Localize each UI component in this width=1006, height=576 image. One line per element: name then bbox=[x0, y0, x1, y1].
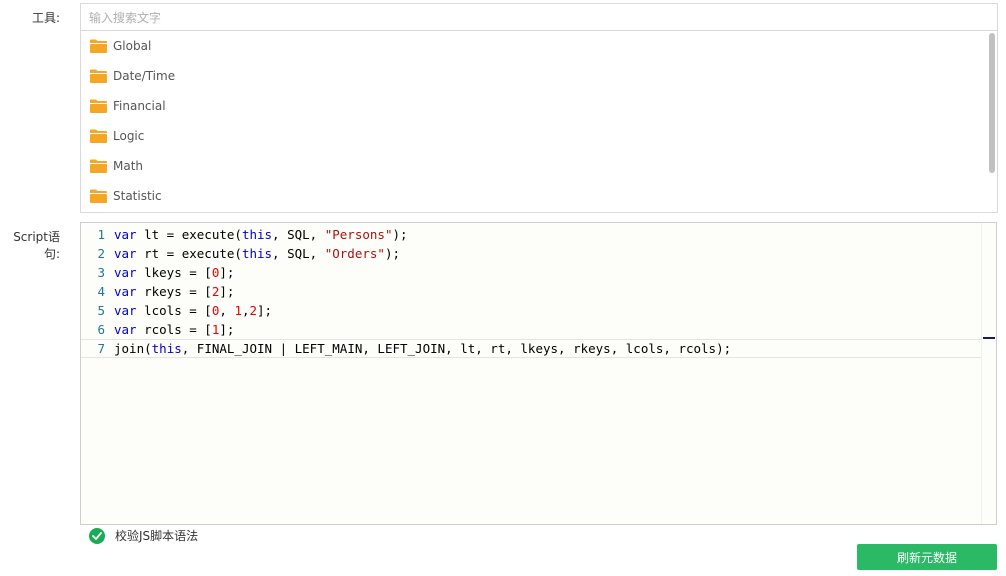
folder-icon bbox=[90, 159, 107, 173]
refresh-metadata-button[interactable]: 刷新元数据 bbox=[857, 544, 997, 570]
tree-item-global[interactable]: Global bbox=[81, 31, 997, 61]
code-token: ); bbox=[392, 227, 408, 242]
line-number: 5 bbox=[97, 303, 105, 318]
line-number: 3 bbox=[97, 265, 105, 280]
folder-icon bbox=[90, 129, 107, 143]
code-line: 6 var rcols = [1]; bbox=[81, 320, 982, 339]
validate-js-label: 校验JS脚本语法 bbox=[115, 529, 199, 543]
code-token: var bbox=[114, 265, 137, 280]
check-circle-icon bbox=[89, 527, 105, 544]
tools-label: 工具: bbox=[31, 11, 60, 25]
editor-scrollbar[interactable] bbox=[981, 223, 996, 524]
tree-item-label: Statistic bbox=[113, 189, 162, 203]
code-token: 2 bbox=[249, 303, 258, 318]
code-token: var bbox=[114, 322, 137, 337]
tree-item-logic[interactable]: Logic bbox=[81, 121, 997, 151]
code-token: , bbox=[219, 303, 235, 318]
function-tree: Global Date/Time Financial Logic Math Statist… bbox=[80, 30, 998, 213]
code-line: 3 var lkeys = [0]; bbox=[81, 263, 982, 282]
line-number: 6 bbox=[97, 322, 105, 337]
tree-item-label: Logic bbox=[113, 129, 145, 143]
code-token: var bbox=[114, 303, 137, 318]
code-token: "Persons" bbox=[324, 227, 393, 242]
code-token: rt = execute( bbox=[136, 246, 242, 261]
code-token: this bbox=[241, 246, 273, 261]
tree-item-label: Date/Time bbox=[113, 69, 176, 83]
tree-item-date-time[interactable]: Date/Time bbox=[81, 61, 997, 91]
script-editor[interactable]: 1 var lt = execute(this, SQL, "Persons");… bbox=[80, 222, 997, 525]
code-token: , SQL, bbox=[272, 227, 325, 242]
tree-item-label: Math bbox=[113, 159, 144, 173]
code-token: "Orders" bbox=[324, 246, 385, 261]
folder-icon bbox=[90, 69, 107, 83]
folder-icon bbox=[90, 189, 107, 203]
code-token: ]; bbox=[257, 303, 273, 318]
line-number: 7 bbox=[97, 341, 105, 356]
code-token: ]; bbox=[219, 284, 235, 299]
validate-js-checkbox[interactable]: 校验JS脚本语法 bbox=[89, 527, 198, 544]
code-line: 5 var lcols = [0, 1,2]; bbox=[81, 301, 982, 320]
tree-item-financial[interactable]: Financial bbox=[81, 91, 997, 121]
code-token: var bbox=[114, 284, 137, 299]
cursor-ruler-mark bbox=[983, 337, 995, 339]
code-token: lkeys = [ bbox=[136, 265, 212, 280]
code-token: var bbox=[114, 246, 137, 261]
code-token: this bbox=[241, 227, 273, 242]
tree-item-label: Financial bbox=[113, 99, 166, 113]
code-line: 7 join(this, FINAL_JOIN | LEFT_MAIN, LEFT… bbox=[81, 339, 982, 358]
line-number: 1 bbox=[97, 227, 105, 242]
code-token: lcols = [ bbox=[136, 303, 212, 318]
search-input[interactable] bbox=[80, 3, 998, 31]
code-token: 1 bbox=[234, 303, 242, 318]
tree-scrollbar[interactable] bbox=[989, 33, 995, 173]
folder-icon bbox=[90, 39, 107, 53]
code-token: ); bbox=[384, 246, 401, 261]
code-token: ]; bbox=[219, 322, 235, 337]
folder-icon bbox=[90, 99, 107, 113]
tree-item-math[interactable]: Math bbox=[81, 151, 997, 181]
code-token: lt = execute( bbox=[136, 227, 242, 242]
line-number: 4 bbox=[97, 284, 105, 299]
code-token: var bbox=[114, 227, 137, 242]
code-line: 4 var rkeys = [2]; bbox=[81, 282, 982, 301]
code-token: rkeys = [ bbox=[136, 284, 212, 299]
code-token: , bbox=[241, 303, 250, 318]
code-token: join( bbox=[114, 341, 152, 356]
code-token: this bbox=[151, 341, 182, 356]
code-token: rcols = [ bbox=[136, 322, 212, 337]
code-line: 2 var rt = execute(this, SQL, "Orders"); bbox=[81, 244, 982, 263]
code-token: ]; bbox=[219, 265, 235, 280]
script-label: Script语句: bbox=[13, 230, 60, 261]
code-token: , FINAL_JOIN | LEFT_MAIN, LEFT_JOIN, lt,… bbox=[181, 341, 732, 356]
tree-item-statistic[interactable]: Statistic bbox=[81, 181, 997, 211]
code-token: , SQL, bbox=[272, 246, 325, 261]
tree-item-label: Global bbox=[113, 39, 152, 53]
code-line: 1 var lt = execute(this, SQL, "Persons"); bbox=[81, 225, 982, 244]
line-number: 2 bbox=[97, 246, 105, 261]
